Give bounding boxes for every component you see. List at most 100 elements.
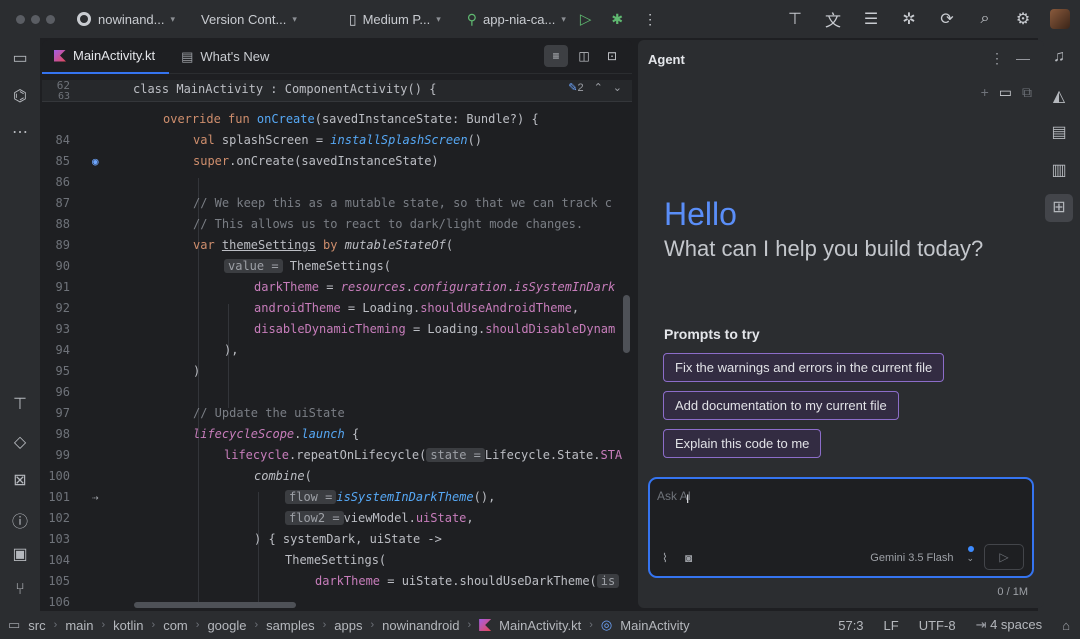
debug-icon[interactable]: ✱	[611, 11, 623, 28]
chevron-down-icon[interactable]: ⌄	[613, 81, 622, 94]
send-button[interactable]: ▷	[984, 544, 1024, 570]
ask-ai-input[interactable]: Ask AI I ⌇ ◙ Gemini 3.5 Flash ⌄ ▷	[648, 477, 1034, 578]
breadcrumb-item[interactable]: src	[28, 618, 45, 633]
breadcrumb-item[interactable]: nowinandroid	[382, 618, 459, 633]
code-view-icon[interactable]: ≡	[544, 45, 568, 67]
code-line: 85 val splashScreen = installSplashScree…	[42, 130, 632, 168]
panel-toggle-icon[interactable]: ▭	[8, 617, 20, 633]
code-token: = Loading.	[340, 301, 421, 315]
caret-position[interactable]: 57:3	[838, 618, 863, 633]
code-area[interactable]: 62 63 class MainActivity : ComponentActi…	[42, 80, 632, 608]
code-line: 94 disableDynamicTheming = Loading.shoul…	[42, 319, 632, 357]
code-line: 98 // Update the uiState	[42, 403, 632, 441]
window-controls[interactable]	[16, 14, 55, 24]
sticky-header[interactable]: 62 63 class MainActivity : ComponentActi…	[42, 80, 632, 102]
chat-history-icon[interactable]: ▭	[999, 84, 1012, 101]
folder-icon[interactable]: ▭	[0, 48, 40, 68]
kotlin-file-icon	[479, 619, 492, 631]
param-hint: is	[596, 574, 620, 588]
code-token: onCreate	[256, 112, 315, 126]
bug-icon[interactable]: ✲	[890, 9, 928, 29]
vertical-scrollbar[interactable]	[623, 295, 630, 353]
breadcrumb-item[interactable]: com	[163, 618, 188, 633]
avatar[interactable]	[1050, 9, 1070, 29]
gear-icon[interactable]: ⚙	[1004, 9, 1042, 29]
new-chat-icon[interactable]: +	[981, 84, 989, 101]
tab-whats-new[interactable]: ▤ What's New	[169, 40, 283, 74]
terminal-icon[interactable]: ▣	[0, 544, 40, 564]
minimize-icon[interactable]: —	[1016, 50, 1030, 66]
code-token: ),	[224, 343, 239, 357]
split-view-icon[interactable]: ◫	[572, 45, 596, 67]
indent-setting[interactable]: ⇥ 4 spaces	[976, 617, 1043, 633]
title-bar: nowinand... ▾ Version Cont... ▾ ▯ Medium…	[0, 0, 1080, 38]
chevron-down-icon: ⌄	[966, 552, 974, 563]
breadcrumb-item[interactable]: google	[207, 618, 246, 633]
running-devices-icon[interactable]: ▥	[1038, 160, 1080, 180]
chevron-up-icon[interactable]: ⌃	[594, 81, 603, 94]
sync-icon[interactable]: ⟳	[928, 9, 966, 29]
more-icon[interactable]: ⋮	[643, 11, 657, 28]
build-icon[interactable]: ⊤	[0, 394, 40, 414]
project-widget[interactable]: nowinand... ▾	[77, 12, 175, 27]
class-icon: ◎	[600, 617, 613, 632]
model-selector[interactable]: Gemini 3.5 Flash ⌄	[870, 552, 974, 564]
context-icon[interactable]: ◙	[685, 551, 692, 565]
problems-icon[interactable]: ⓘ	[0, 508, 40, 532]
attach-icon[interactable]: ⌇	[662, 551, 668, 565]
more-tools-icon[interactable]: ⋯	[0, 122, 40, 142]
translate-icon[interactable]: 文	[814, 7, 852, 31]
prompt-chip-fix-warnings[interactable]: Fix the warnings and errors in the curre…	[663, 353, 945, 382]
code-token: darkTheme	[254, 280, 320, 294]
code-token: by	[315, 238, 345, 252]
sticky-class-line: class MainActivity : ComponentActivity()…	[133, 82, 437, 96]
prompt-chip-explain-code[interactable]: Explain this code to me	[663, 429, 822, 458]
code-token: configuration	[412, 280, 507, 294]
code-token: shouldUseAndroidTheme	[420, 301, 572, 315]
agent-tool-icon[interactable]: ⊞	[1045, 194, 1073, 222]
gradle-icon[interactable]: ◭	[1038, 86, 1080, 106]
notifications-icon[interactable]: ♫	[1038, 48, 1080, 66]
code-token: lifecycleScope	[193, 427, 295, 441]
device-explorer-icon[interactable]: ▤	[1038, 122, 1080, 142]
more-icon[interactable]: ⋮	[990, 50, 1004, 67]
tab-main-activity[interactable]: MainActivity.kt	[42, 40, 170, 74]
edit-counter[interactable]: ✎2 ⌃ ⌄	[568, 81, 622, 94]
breadcrumb-item[interactable]: MainActivity.kt	[499, 618, 581, 633]
device-manager-icon[interactable]: ⊠	[0, 470, 40, 490]
line-separator[interactable]: LF	[884, 618, 899, 633]
search-icon[interactable]: ⌕	[966, 10, 1004, 28]
breadcrumb-item[interactable]: kotlin	[113, 618, 143, 633]
code-editor: MainActivity.kt ▤ What's New ≡ ◫ ⊡ 62 63…	[42, 40, 632, 608]
design-view-icon[interactable]: ⊡	[600, 45, 624, 67]
code-token: shouldDisableDynam	[485, 322, 616, 336]
code-line: 99 lifecycleScope.launch {	[42, 424, 632, 462]
gemini-icon[interactable]: ⊤	[776, 9, 814, 29]
horizontal-scrollbar[interactable]	[134, 602, 296, 608]
vcs-widget[interactable]: Version Cont... ▾	[201, 12, 297, 27]
breadcrumb-item[interactable]: samples	[266, 618, 314, 633]
open-window-icon[interactable]: ⧉	[1022, 84, 1032, 101]
code-token: mutableStateOf	[344, 238, 446, 252]
breadcrumb-item[interactable]: apps	[334, 618, 362, 633]
run-icon[interactable]: ▷	[580, 10, 592, 28]
code-token: (	[304, 469, 312, 483]
logcat-icon[interactable]: ☰	[852, 9, 890, 29]
param-hint: flow =	[285, 490, 337, 504]
code-token: ThemeSettings(	[282, 259, 391, 273]
breadcrumb-item[interactable]: main	[65, 618, 93, 633]
file-encoding[interactable]: UTF-8	[919, 618, 956, 633]
code-token: var	[193, 238, 222, 252]
run-config-selector[interactable]: ⚲ app-nia-ca... ▾	[467, 11, 566, 28]
lock-icon[interactable]: ⌂	[1062, 618, 1070, 633]
code-token: disableDynamicTheming	[254, 322, 406, 336]
structure-icon[interactable]: ⌬	[0, 86, 40, 106]
editor-view-modes: ≡ ◫ ⊡	[544, 45, 624, 67]
breadcrumb-item[interactable]: MainActivity	[620, 618, 689, 633]
git-icon[interactable]: ⑂	[0, 581, 40, 599]
gem-icon[interactable]: ◇	[0, 432, 40, 452]
chevron-right-icon: ›	[53, 619, 58, 631]
code-token: installSplashScreen	[330, 133, 468, 147]
device-selector[interactable]: ▯ Medium P... ▾	[349, 11, 441, 28]
prompt-chip-add-docs[interactable]: Add documentation to my current file	[663, 391, 899, 420]
